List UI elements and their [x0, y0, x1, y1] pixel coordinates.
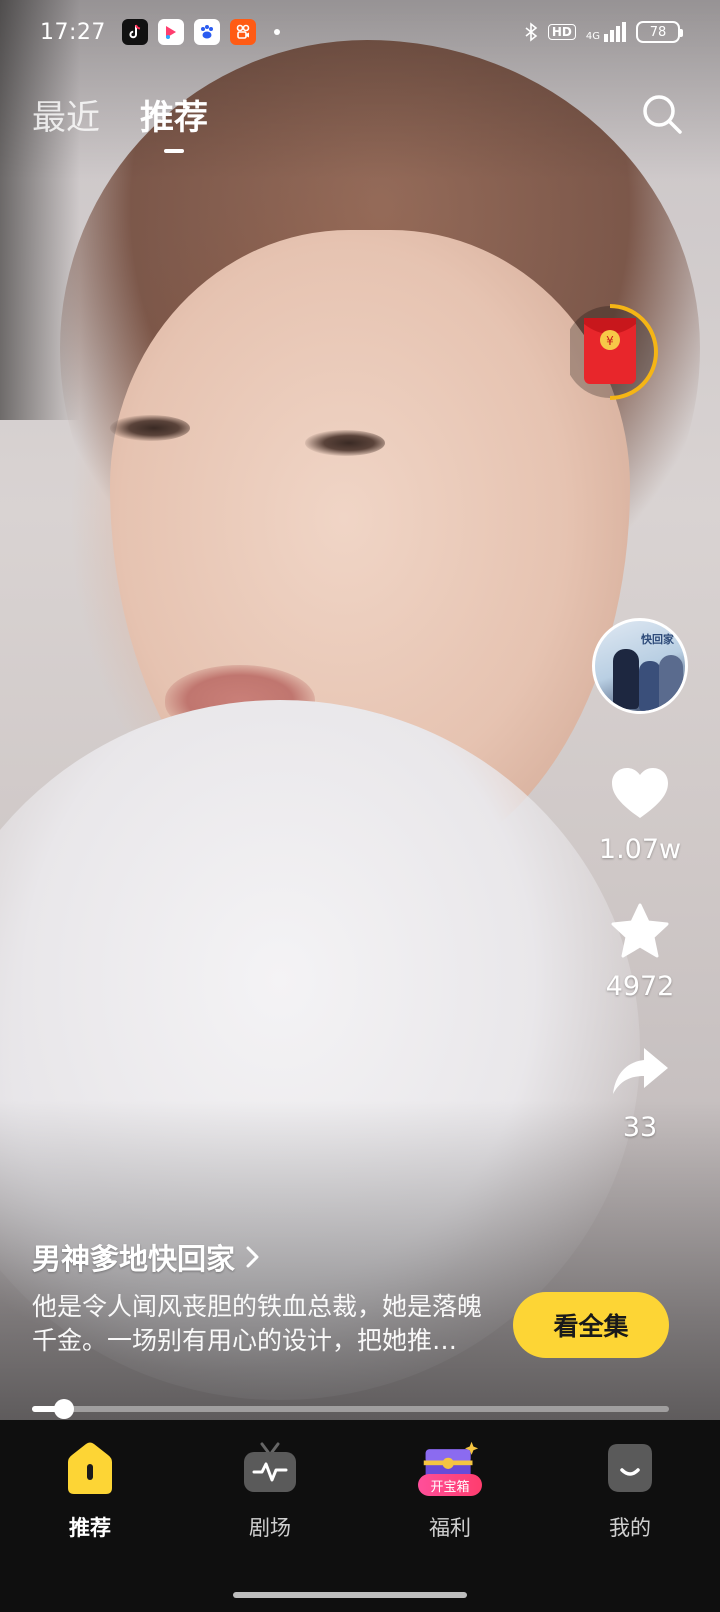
heart-icon [611, 768, 668, 818]
video-frame-eye-left [110, 415, 190, 441]
nav-label: 我的 [609, 1516, 651, 1540]
network-type: 4G [585, 31, 600, 42]
chevron-right-icon [246, 1246, 259, 1268]
nav-item-theater[interactable]: 剧场 [205, 1438, 335, 1542]
baidu-app-icon [193, 19, 220, 45]
battery-indicator: 78 [636, 21, 683, 43]
top-tab-bar: 最近 推荐 [32, 90, 208, 139]
bottom-navigation: 推荐 剧场 开宝箱 福利 我的 [0, 1420, 720, 1612]
tv-icon [240, 1438, 300, 1498]
progress-scrubber-handle[interactable] [53, 1399, 74, 1419]
bluetooth-icon [525, 22, 538, 42]
home-icon [60, 1438, 120, 1498]
watch-all-episodes-button[interactable]: 看全集 [513, 1292, 669, 1358]
video-progress-bar[interactable] [32, 1399, 669, 1419]
hd-badge: HD [547, 24, 576, 40]
more-notifications-dot [273, 29, 280, 35]
nav-item-benefits[interactable]: 开宝箱 福利 [385, 1438, 515, 1542]
favorite-count: 4972 [605, 971, 675, 1002]
svg-text:¥: ¥ [606, 334, 614, 348]
side-action-rail: 快回家 1.07w 4972 33 [592, 618, 688, 1143]
like-button[interactable]: 1.07w [599, 766, 681, 865]
video-frame-eye-right [305, 430, 385, 456]
favorite-button[interactable]: 4972 [605, 903, 675, 1002]
tab-recommended[interactable]: 推荐 [140, 90, 208, 139]
video-app-icon [157, 19, 184, 45]
status-time: 17:27 [40, 19, 106, 45]
notification-app-icons [121, 19, 280, 45]
nav-label: 剧场 [249, 1516, 291, 1540]
kuaishou-app-icon [229, 19, 256, 45]
share-arrow-icon [613, 1048, 668, 1094]
drama-poster-avatar[interactable]: 快回家 [592, 618, 688, 714]
share-button[interactable]: 33 [610, 1044, 670, 1143]
search-icon[interactable] [640, 92, 684, 136]
nav-label: 福利 [429, 1516, 471, 1540]
red-packet-icon: ¥ [564, 304, 658, 400]
drama-description[interactable]: 他是令人闻风丧胆的铁血总裁，她是落魄千金。一场别有用心的设计，把她推向了他…… [32, 1290, 482, 1358]
status-indicators: HD 4G 78 [524, 21, 683, 43]
star-icon [611, 903, 669, 958]
red-packet-reward-button[interactable]: ¥ [564, 302, 662, 402]
like-count: 1.07w [598, 834, 682, 865]
signal-icon: 4G [586, 22, 626, 42]
share-count: 33 [622, 1112, 658, 1143]
profile-icon [600, 1438, 660, 1498]
drama-title-link[interactable]: 男神爹地快回家 [32, 1236, 261, 1278]
nav-item-recommended[interactable]: 推荐 [25, 1438, 155, 1542]
home-indicator[interactable] [233, 1592, 467, 1598]
tab-recent[interactable]: 最近 [32, 90, 100, 139]
drama-title: 男神爹地快回家 [32, 1242, 236, 1276]
douyin-app-icon [121, 19, 148, 45]
nav-item-profile[interactable]: 我的 [565, 1438, 695, 1542]
status-bar: 17:27 HD 4G 78 [0, 0, 720, 64]
open-chest-badge: 开宝箱 [418, 1474, 482, 1496]
nav-label: 推荐 [69, 1516, 111, 1540]
poster-title: 快回家 [641, 633, 674, 646]
treasure-chest-icon: 开宝箱 [418, 1438, 482, 1498]
